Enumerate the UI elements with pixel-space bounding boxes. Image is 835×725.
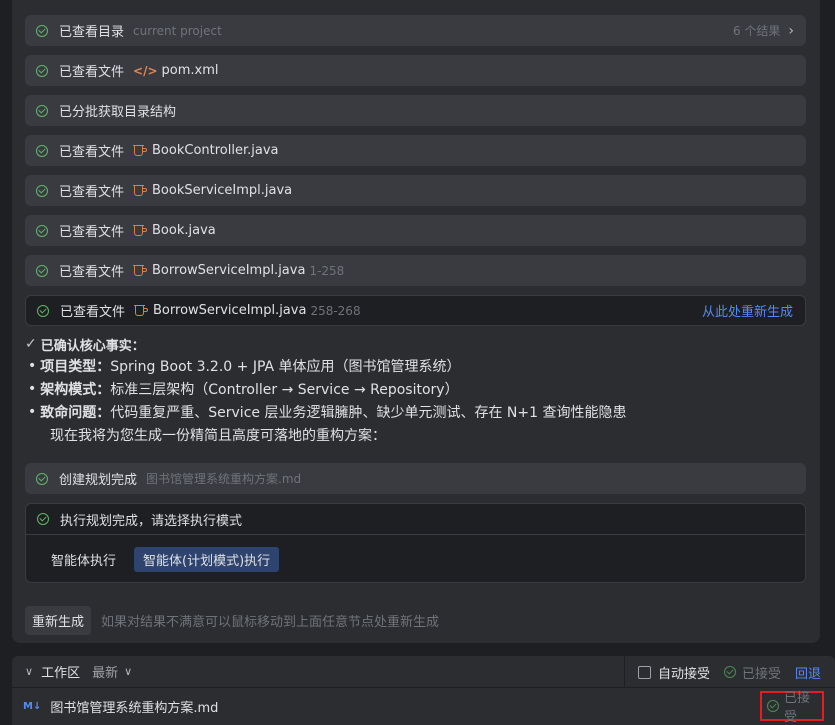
auto-accept-label[interactable]: 自动接受: [658, 663, 710, 682]
file-accepted-status: 已接受: [760, 691, 824, 725]
line-range: 258-268: [310, 303, 361, 318]
agent-execute-option[interactable]: 智能体执行: [51, 550, 116, 569]
check-icon: [36, 224, 48, 237]
fact-item: • 架构模式： 标准三层架构（Controller → Service → Repo…: [28, 380, 459, 398]
regenerate-from-here-link[interactable]: 从此处重新生成: [702, 301, 793, 320]
check-icon: [37, 304, 49, 317]
step-plan-created[interactable]: 创建规划完成 图书馆管理系统重构方案.md: [25, 463, 806, 494]
java-file-icon: [133, 144, 148, 157]
file-name[interactable]: BookController.java: [152, 143, 278, 158]
check-icon: [36, 264, 48, 277]
auto-accept-checkbox[interactable]: [637, 665, 651, 679]
check-icon: [36, 184, 48, 197]
step-viewed-file-borrowserviceimpl-2[interactable]: 已查看文件 BorrowServiceImpl.java 258-268 从此处…: [25, 295, 806, 326]
execution-mode-card: 执行规划完成，请选择执行模式 智能体执行 智能体(计划模式)执行: [25, 503, 806, 583]
chevron-right-icon[interactable]: ›: [788, 23, 794, 39]
step-viewed-directory[interactable]: 已查看目录 current project 6 个结果 ›: [25, 15, 806, 46]
check-icon: [36, 144, 48, 157]
file-name[interactable]: Book.java: [152, 223, 216, 238]
step-meta: current project: [133, 23, 222, 38]
rollback-link[interactable]: 回退: [795, 663, 821, 682]
java-file-icon: [133, 264, 148, 277]
regenerate-button[interactable]: 重新生成: [25, 606, 92, 635]
fact-item: • 项目类型： Spring Boot 3.2.0 + JPA 单体应用（图书馆管理…: [28, 357, 461, 375]
core-facts: ✓ 已确认核心事实： • 项目类型： Spring Boot 3.2.0 + JPA…: [25, 334, 806, 446]
regenerate-hint: 如果对结果不满意可以鼠标移动到上面任意节点处重新生成: [101, 615, 440, 630]
markdown-file-icon: M↓: [23, 700, 42, 712]
check-icon: [36, 24, 48, 37]
step-label: 已分批获取目录结构: [59, 105, 177, 120]
checkmark-icon: ✓: [25, 336, 37, 352]
step-label: 已查看文件: [59, 185, 125, 200]
xml-file-icon: </>: [133, 63, 158, 78]
line-range: 1-258: [309, 263, 345, 278]
check-icon: [36, 64, 48, 77]
step-batch-structure[interactable]: 已分批获取目录结构: [25, 95, 806, 126]
facts-title: ✓ 已确认核心事实：: [25, 336, 145, 354]
java-file-icon: [133, 184, 148, 197]
regenerate-row: 重新生成 如果对结果不满意可以鼠标移动到上面任意节点处重新生成: [25, 606, 439, 635]
chevron-down-icon[interactable]: ∨: [124, 665, 132, 678]
step-label: 已查看文件: [59, 65, 125, 80]
file-name[interactable]: pom.xml: [162, 63, 219, 78]
java-file-icon: [134, 304, 149, 317]
exec-header: 执行规划完成，请选择执行模式: [26, 504, 805, 535]
result-count: 6 个结果: [732, 24, 781, 38]
check-icon: [36, 472, 48, 485]
check-icon: [37, 513, 49, 525]
step-viewed-file-borrowserviceimpl-1[interactable]: 已查看文件 BorrowServiceImpl.java 1-258: [25, 255, 806, 286]
step-label: 创建规划完成: [59, 473, 138, 488]
step-label: 已查看文件: [59, 145, 125, 160]
exec-options: 智能体执行 智能体(计划模式)执行: [26, 535, 805, 583]
workspace-controls: 自动接受 已接受 回退: [623, 656, 821, 688]
workspace-file-row[interactable]: M↓ 图书馆管理系统重构方案.md 已接受: [12, 688, 835, 725]
file-name[interactable]: BorrowServiceImpl.java: [153, 303, 306, 318]
workspace-panel: ∨ 工作区 最新 ∨ 自动接受 已接受 回退 M↓ 图书馆管理系统重构方案.md…: [12, 656, 835, 725]
chevron-down-icon[interactable]: ∨: [25, 665, 33, 678]
check-icon: [767, 700, 779, 712]
filter-dropdown[interactable]: 最新: [92, 662, 118, 681]
step-viewed-file-pom[interactable]: 已查看文件 </> pom.xml: [25, 55, 806, 86]
accepted-label: 已接受: [741, 666, 781, 682]
file-name[interactable]: 图书馆管理系统重构方案.md: [50, 697, 218, 716]
workspace-title: 工作区: [41, 666, 81, 681]
fact-item: • 致命问题： 代码重复严重、Service 层业务逻辑臃肿、缺少单元测试、存在 N…: [28, 403, 627, 421]
step-label: 已查看文件: [59, 225, 125, 240]
agent-plan-mode-option[interactable]: 智能体(计划模式)执行: [134, 546, 280, 572]
plan-file-name[interactable]: 图书馆管理系统重构方案.md: [146, 470, 301, 487]
step-viewed-file-book[interactable]: 已查看文件 Book.java: [25, 215, 806, 246]
check-icon: [723, 666, 736, 678]
file-name[interactable]: BorrowServiceImpl.java: [152, 263, 305, 278]
file-name[interactable]: BookServiceImpl.java: [152, 183, 292, 198]
step-label: 已查看文件: [59, 265, 125, 280]
facts-closing: 现在我将为您生成一份精简且高度可落地的重构方案：: [50, 427, 386, 444]
step-viewed-file-bookserviceimpl[interactable]: 已查看文件 BookServiceImpl.java: [25, 175, 806, 206]
step-label: 已查看目录: [59, 25, 125, 40]
step-label: 已查看文件: [60, 305, 126, 320]
step-viewed-file-bookcontroller[interactable]: 已查看文件 BookController.java: [25, 135, 806, 166]
check-icon: [36, 104, 48, 117]
java-file-icon: [133, 224, 148, 237]
workspace-header: ∨ 工作区 最新 ∨ 自动接受 已接受 回退: [12, 656, 835, 688]
